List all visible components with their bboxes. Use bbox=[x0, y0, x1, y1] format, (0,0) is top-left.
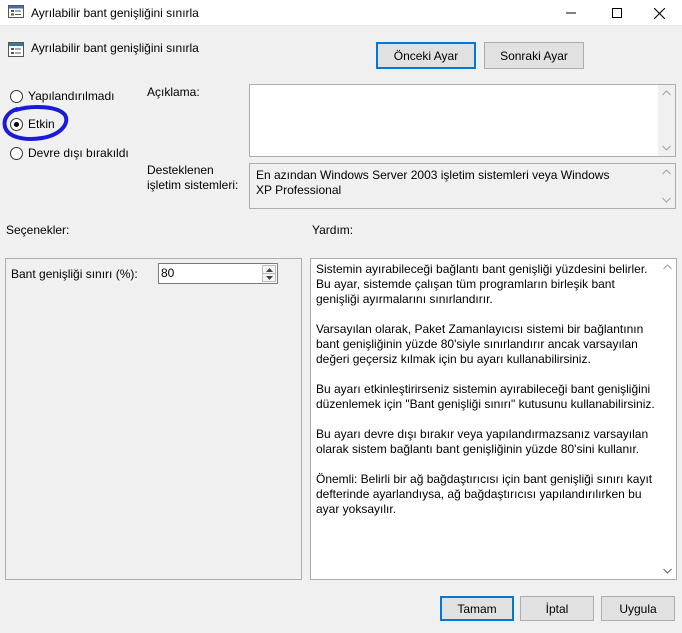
close-icon bbox=[653, 7, 665, 19]
scrollbar[interactable] bbox=[658, 85, 675, 156]
comment-textarea[interactable] bbox=[249, 84, 676, 157]
up-arrow-icon bbox=[265, 267, 273, 272]
bandwidth-limit-stepper[interactable]: 80 bbox=[158, 263, 278, 284]
scroll-up-icon[interactable] bbox=[658, 164, 675, 180]
help-paragraph: Varsayılan olarak, Paket Zamanlayıcısı s… bbox=[316, 322, 644, 366]
decrement-button[interactable] bbox=[262, 273, 276, 282]
previous-setting-button[interactable]: Önceki Ayar bbox=[376, 42, 476, 69]
comment-value bbox=[250, 85, 675, 93]
ok-button[interactable]: Tamam bbox=[440, 596, 514, 621]
radio-disabled[interactable]: Devre dışı bırakıldı bbox=[10, 146, 129, 160]
maximize-button[interactable] bbox=[594, 0, 640, 26]
scroll-down-icon[interactable] bbox=[658, 192, 675, 208]
help-pane: Sistemin ayırabileceği bağlantı bant gen… bbox=[310, 258, 677, 580]
help-paragraph: Bu ayarı etkinleştirirseniz sistemin ayı… bbox=[316, 382, 655, 411]
help-heading: Yardım: bbox=[312, 223, 354, 237]
supported-value: En azından Windows Server 2003 işletim s… bbox=[256, 168, 610, 197]
comment-label: Açıklama: bbox=[147, 85, 200, 99]
help-text: Sistemin ayırabileceği bağlantı bant gen… bbox=[316, 262, 660, 532]
options-pane: Bant genişliği sınırı (%): 80 bbox=[5, 258, 302, 580]
apply-button[interactable]: Uygula bbox=[601, 596, 675, 621]
bandwidth-limit-label: Bant genişliği sınırı (%): bbox=[11, 267, 138, 281]
supported-os-box: En azından Windows Server 2003 işletim s… bbox=[249, 163, 676, 209]
scrollbar[interactable] bbox=[658, 164, 675, 208]
help-paragraph: Önemli: Belirli bir ağ bağdaştırıcısı iç… bbox=[316, 472, 653, 516]
minimize-icon bbox=[566, 12, 576, 14]
help-paragraph: Sistemin ayırabileceği bağlantı bant gen… bbox=[316, 262, 648, 306]
policy-icon bbox=[8, 42, 24, 58]
scrollbar[interactable] bbox=[659, 259, 676, 579]
maximize-icon bbox=[612, 8, 622, 18]
policy-name: Ayrılabilir bant genişliğini sınırla bbox=[31, 41, 199, 55]
options-heading: Seçenekler: bbox=[6, 223, 70, 237]
window-title: Ayrılabilir bant genişliğini sınırla bbox=[31, 6, 199, 20]
title-bar: Ayrılabilir bant genişliğini sınırla bbox=[0, 0, 682, 26]
scroll-down-icon[interactable] bbox=[659, 563, 676, 579]
radio-button[interactable] bbox=[10, 146, 23, 160]
scroll-up-icon[interactable] bbox=[659, 259, 676, 275]
radio-not-configured[interactable]: Yapılandırılmadı bbox=[10, 89, 115, 103]
radio-label: Yapılandırılmadı bbox=[28, 89, 115, 103]
policy-settings-icon bbox=[8, 5, 24, 19]
minimize-button[interactable] bbox=[548, 0, 594, 26]
scroll-up-icon[interactable] bbox=[658, 85, 675, 101]
bandwidth-limit-value[interactable]: 80 bbox=[161, 266, 174, 281]
next-setting-button[interactable]: Sonraki Ayar bbox=[484, 42, 584, 69]
supported-label-line2: işletim sistemleri: bbox=[147, 178, 239, 192]
radio-button[interactable] bbox=[10, 89, 23, 103]
annotation-circle bbox=[2, 105, 69, 141]
close-button[interactable] bbox=[636, 0, 682, 26]
radio-label: Devre dışı bırakıldı bbox=[28, 146, 129, 160]
help-paragraph: Bu ayarı devre dışı bırakır veya yapılan… bbox=[316, 427, 649, 456]
cancel-button[interactable]: İptal bbox=[520, 596, 594, 621]
supported-label-line1: Desteklenen bbox=[147, 163, 214, 177]
scroll-down-icon[interactable] bbox=[658, 140, 675, 156]
down-arrow-icon bbox=[265, 275, 273, 280]
